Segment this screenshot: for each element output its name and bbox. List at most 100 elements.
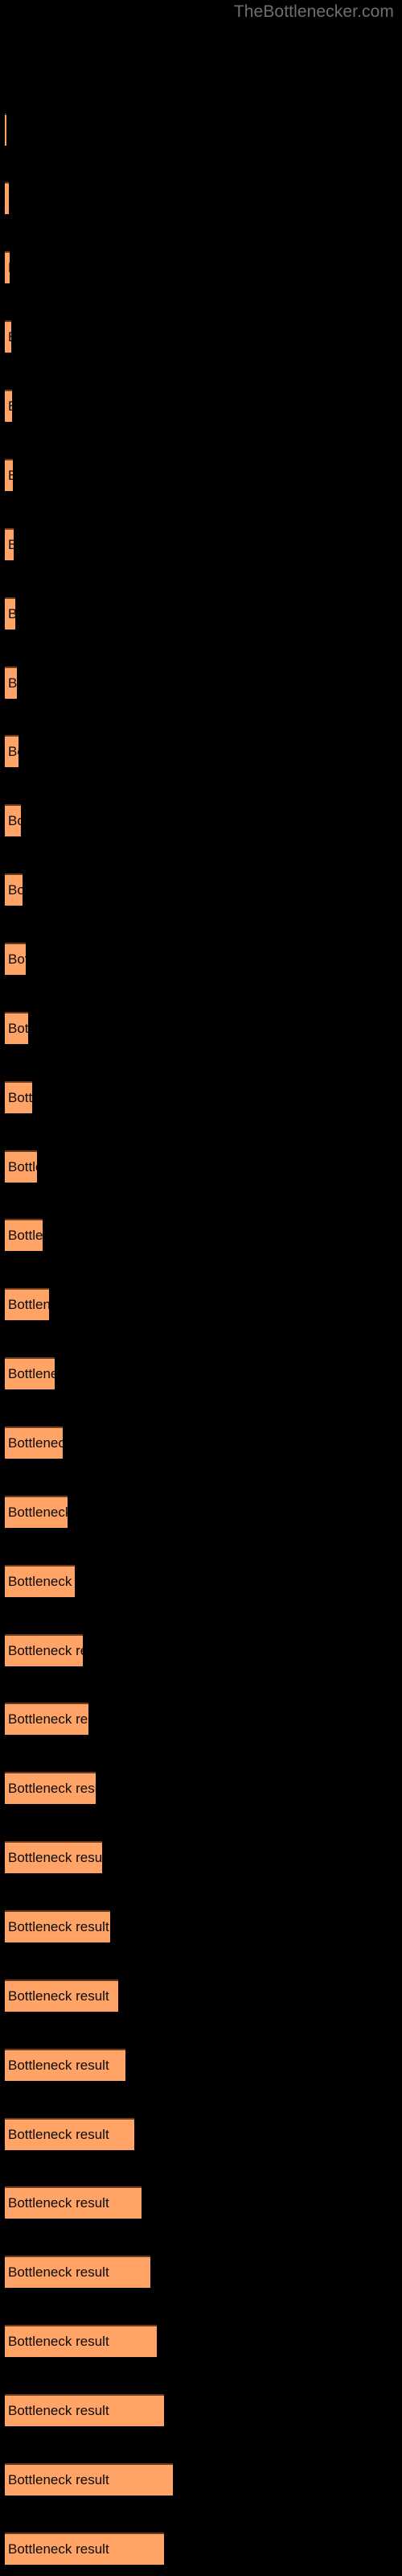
bar-label: Bottleneck result — [8, 1366, 55, 1381]
bar-label-clip: Bottleneck result — [5, 737, 18, 767]
bar-label-clip: Bottleneck result — [5, 1083, 32, 1113]
bar-row: Bottleneck result — [0, 1288, 402, 1320]
bar[interactable]: Bottleneck result — [5, 1772, 96, 1804]
bar[interactable]: Bottleneck result — [5, 1150, 37, 1183]
bar[interactable]: Bottleneck result — [5, 114, 6, 146]
bar-row: Bottleneck result — [0, 667, 402, 699]
bar-label-clip: Bottleneck result — [5, 460, 13, 491]
bar-label-clip: Bottleneck result — [5, 2257, 150, 2288]
bar-row: Bottleneck result — [0, 320, 402, 353]
bar-row: Bottleneck result — [0, 2049, 402, 2081]
bar-row: Bottleneck result — [0, 804, 402, 836]
bar-label: Bottleneck result — [8, 2472, 109, 2487]
bar-row: Bottleneck result — [0, 597, 402, 630]
bar[interactable]: Bottleneck result — [5, 1634, 83, 1666]
bar[interactable]: Bottleneck result — [5, 2325, 157, 2357]
bar-label: Bottleneck result — [8, 1297, 49, 1312]
bar[interactable]: Bottleneck result — [5, 390, 12, 422]
bar-row: Bottleneck result — [0, 1634, 402, 1666]
bar[interactable]: Bottleneck result — [5, 2533, 164, 2565]
bar-label-clip: Bottleneck result — [5, 599, 15, 630]
bar[interactable]: Bottleneck result — [5, 2394, 164, 2426]
bar[interactable]: Bottleneck result — [5, 320, 11, 353]
bar[interactable]: Bottleneck result — [5, 1979, 118, 2012]
bar-label: Bottleneck result — [8, 537, 14, 552]
bar-row: Bottleneck result — [0, 2394, 402, 2426]
bar[interactable]: Bottleneck result — [5, 2118, 134, 2150]
bar-label-clip: Bottleneck result — [5, 2396, 164, 2426]
bar-row: Bottleneck result — [0, 1496, 402, 1528]
bar-label-clip: Bottleneck result — [5, 1704, 88, 1735]
bar-label-clip: Bottleneck result — [5, 1773, 96, 1804]
bar-label-clip: Bottleneck result — [5, 1359, 55, 1389]
bar-label: Bottleneck result — [8, 744, 18, 759]
bar[interactable]: Bottleneck result — [5, 1703, 88, 1735]
bar[interactable]: Bottleneck result — [5, 667, 17, 699]
bar-row: Bottleneck result — [0, 1150, 402, 1183]
bar-row: Bottleneck result — [0, 1772, 402, 1804]
bar-label-clip: Bottleneck result — [5, 2326, 157, 2357]
bar-label-clip: Bottleneck result — [5, 184, 9, 214]
bar-label: Bottleneck result — [8, 260, 10, 276]
bar-label: Bottleneck result — [8, 1159, 37, 1174]
bar[interactable]: Bottleneck result — [5, 1357, 55, 1389]
bar-label-clip: Bottleneck result — [5, 1567, 75, 1597]
bar[interactable]: Bottleneck result — [5, 1565, 75, 1597]
bar-label-clip: Bottleneck result — [5, 1220, 43, 1251]
bar-row: Bottleneck result — [0, 1910, 402, 1942]
bar-label: Bottleneck result — [8, 191, 9, 207]
bar[interactable]: Bottleneck result — [5, 1496, 68, 1528]
bar-label-clip: Bottleneck result — [5, 2188, 142, 2219]
bar-label: Bottleneck result — [8, 1021, 28, 1036]
bar[interactable]: Bottleneck result — [5, 2256, 150, 2288]
bar-label-clip: Bottleneck result — [5, 1636, 83, 1666]
bar[interactable]: Bottleneck result — [5, 1219, 43, 1251]
bar-label-clip: Bottleneck result — [5, 1497, 68, 1528]
bar[interactable]: Bottleneck result — [5, 943, 26, 975]
bar-row: Bottleneck result — [0, 459, 402, 491]
bar-label-clip: Bottleneck result — [5, 944, 26, 975]
bar[interactable]: Bottleneck result — [5, 1910, 110, 1942]
bar-row: Bottleneck result — [0, 1219, 402, 1251]
bar[interactable]: Bottleneck result — [5, 1012, 28, 1044]
bar-label: Bottleneck result — [8, 2334, 109, 2349]
bar-label: Bottleneck result — [8, 1781, 96, 1796]
bar-label: Bottleneck result — [8, 2127, 109, 2142]
bar-row: Bottleneck result — [0, 1979, 402, 2012]
bar-row: Bottleneck result — [0, 1565, 402, 1597]
bar-label-clip: Bottleneck result — [5, 2120, 134, 2150]
bar[interactable]: Bottleneck result — [5, 735, 18, 767]
bar[interactable]: Bottleneck result — [5, 873, 23, 906]
bar-label: Bottleneck result — [8, 2403, 109, 2418]
bar-row: Bottleneck result — [0, 1357, 402, 1389]
bar[interactable]: Bottleneck result — [5, 2463, 173, 2496]
bar[interactable]: Bottleneck result — [5, 804, 21, 836]
bar-row: Bottleneck result — [0, 2463, 402, 2496]
bar-label: Bottleneck result — [8, 2058, 109, 2073]
plot-area: Bottleneck result Bottleneck result Bottle… — [0, 0, 402, 2576]
bar-label-clip: Bottleneck result — [5, 2465, 173, 2496]
bar-row: Bottleneck result — [0, 1426, 402, 1459]
bar[interactable]: Bottleneck result — [5, 1841, 102, 1873]
bar[interactable]: Bottleneck result — [5, 528, 14, 560]
bar[interactable]: Bottleneck result — [5, 1426, 63, 1459]
bar-label: Bottleneck result — [8, 606, 15, 621]
bar[interactable]: Bottleneck result — [5, 2049, 125, 2081]
bar-row: Bottleneck result — [0, 1012, 402, 1044]
bar-label: Bottleneck result — [8, 1505, 68, 1520]
bar[interactable]: Bottleneck result — [5, 2186, 142, 2219]
bar-label: Bottleneck result — [8, 329, 11, 345]
bar[interactable]: Bottleneck result — [5, 1288, 49, 1320]
bar-label-clip: Bottleneck result — [5, 253, 10, 283]
bar-label: Bottleneck result — [8, 1988, 109, 2004]
bar-label: Bottleneck result — [8, 1850, 102, 1865]
bar[interactable]: Bottleneck result — [5, 251, 10, 283]
bar-row: Bottleneck result — [0, 943, 402, 975]
bar[interactable]: Bottleneck result — [5, 182, 9, 214]
bar[interactable]: Bottleneck result — [5, 597, 15, 630]
bar[interactable]: Bottleneck result — [5, 459, 13, 491]
bar-label: Bottleneck result — [8, 2541, 109, 2557]
bar-label: Bottleneck result — [8, 1435, 63, 1451]
bar[interactable]: Bottleneck result — [5, 1081, 32, 1113]
bar-label: Bottleneck result — [8, 882, 23, 898]
